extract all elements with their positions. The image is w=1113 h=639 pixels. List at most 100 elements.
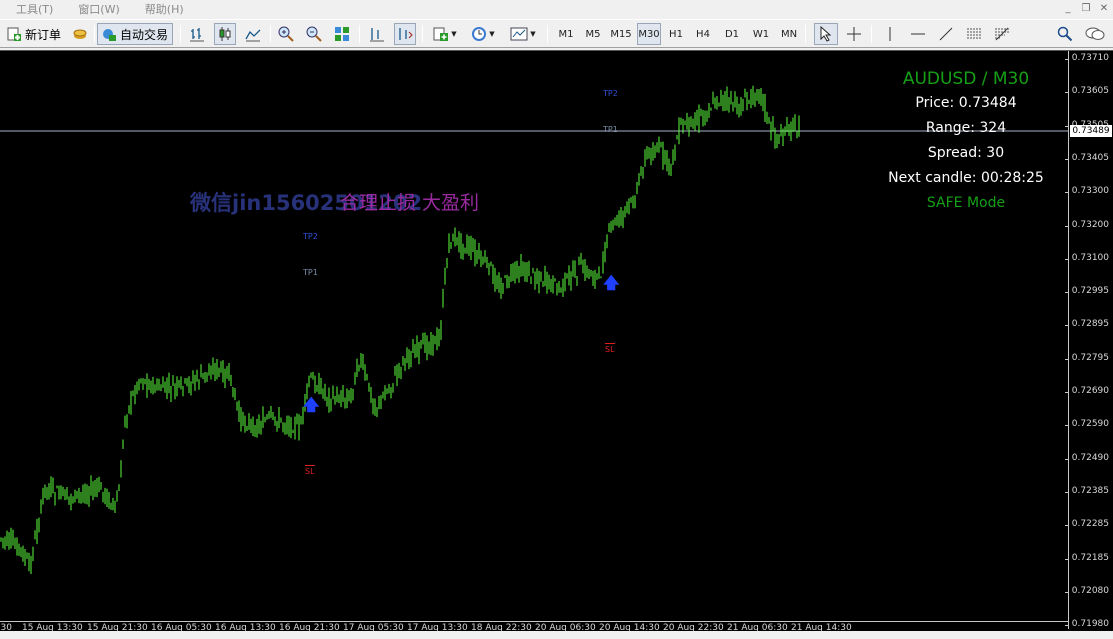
auto-scroll-button[interactable] <box>394 23 416 45</box>
price-tick-label: 0.72285 <box>1071 519 1109 530</box>
templates-button[interactable]: ▼ <box>506 23 540 45</box>
price-readout: Price: 0.73484 <box>915 95 1017 111</box>
price-tick-label: 0.72385 <box>1071 485 1109 496</box>
timeframe-m30-button[interactable]: M30 <box>637 23 661 45</box>
vertical-line-button[interactable] <box>878 23 902 45</box>
candlestick-button[interactable] <box>214 23 236 45</box>
timeframe-m15-button[interactable]: M15 <box>609 23 633 45</box>
spread-readout: Spread: 30 <box>927 145 1005 161</box>
timeframe-w1-button[interactable]: W1 <box>749 23 773 45</box>
price-axis[interactable]: 0.737100.736050.735050.734050.733000.732… <box>1065 51 1113 629</box>
menu-bar: 工具(T) 窗口(W) 帮助(H) _ ❐ ✕ <box>0 0 1113 18</box>
time-tick-label: 20 Aug 22:30 <box>663 623 724 631</box>
auto-trading-button[interactable]: 自动交易 <box>97 23 173 45</box>
price-tick <box>1065 392 1069 393</box>
indicators-button[interactable]: ▼ <box>429 23 461 45</box>
new-order-label: 新订单 <box>24 27 61 42</box>
toolbar-separator <box>94 25 95 43</box>
timeframe-d1-button[interactable]: D1 <box>721 23 743 45</box>
coins-icon <box>73 29 87 39</box>
time-tick-label: 16 Aug 05:30 <box>151 623 212 631</box>
chart-shift-button[interactable] <box>366 23 388 45</box>
price-tick <box>1065 425 1069 427</box>
dropdown-icon: ▼ <box>451 30 457 38</box>
menu-tools[interactable]: 工具(T) <box>7 1 62 17</box>
buy-arrow-icon: 🡅 <box>603 273 620 292</box>
crosshair-icon <box>847 27 861 41</box>
sl-marker: SL <box>305 465 315 476</box>
timeframe-h4-button[interactable]: H4 <box>692 23 714 45</box>
metaeditor-button[interactable] <box>70 23 90 45</box>
zoom-in-button[interactable] <box>275 23 297 45</box>
watermark-slogan: 合理止损 大盈利 <box>340 192 480 214</box>
time-tick-label: 18 Aug 22:30 <box>471 623 532 631</box>
auto-trading-label: 自动交易 <box>119 27 168 42</box>
time-tick-label: 20 Aug 14:30 <box>599 623 660 631</box>
indicators-icon <box>433 27 449 41</box>
price-tick <box>1065 92 1069 94</box>
cursor-button[interactable] <box>814 23 838 45</box>
horizontal-line-icon <box>911 33 925 35</box>
toolbar-separator <box>270 25 271 43</box>
crosshair-button[interactable] <box>842 23 866 45</box>
time-tick-label: 16 Aug 13:30 <box>215 623 276 631</box>
price-tick-label: 0.72795 <box>1071 352 1109 363</box>
time-tick-label: 15 Aug 21:30 <box>87 623 148 631</box>
price-tick-label: 0.72690 <box>1071 386 1109 396</box>
candlestick-icon <box>219 27 231 41</box>
new-order-button[interactable]: 新订单 <box>4 23 64 45</box>
timeframe-m5-button[interactable]: M5 <box>582 23 604 45</box>
toolbar-separator <box>547 25 548 43</box>
vertical-line-icon <box>889 27 891 41</box>
price-tick <box>1065 525 1069 527</box>
timeframe-h1-button[interactable]: H1 <box>665 23 687 45</box>
chart-shift-icon <box>370 28 384 42</box>
time-tick-label: 17 Aug 13:30 <box>407 623 468 631</box>
zoom-out-button[interactable] <box>303 23 325 45</box>
zoom-in-icon <box>278 26 294 42</box>
fibonacci-button[interactable] <box>990 23 1014 45</box>
horizontal-line-button[interactable] <box>906 23 930 45</box>
timeframe-mn-button[interactable]: MN <box>777 23 801 45</box>
tp2-marker: TP2 <box>303 232 318 241</box>
price-tick-label: 0.72995 <box>1071 286 1109 297</box>
price-tick-label: 0.72080 <box>1071 585 1109 596</box>
price-tick <box>1065 192 1069 194</box>
price-tick <box>1065 258 1069 260</box>
zoom-out-icon <box>306 26 322 42</box>
chat-button[interactable] <box>1082 23 1108 45</box>
price-tick <box>1065 158 1069 160</box>
bar-chart-button[interactable] <box>186 23 208 45</box>
price-tick-label: 0.72490 <box>1071 452 1109 463</box>
time-axis[interactable]: 13:30 15 Aug 13:30 15 Aug 21:3016 Aug 05:3… <box>0 621 1068 631</box>
menu-window[interactable]: 窗口(W) <box>69 1 128 17</box>
time-tick-label: 13:30 <box>0 623 12 631</box>
periods-button[interactable]: ▼ <box>467 23 499 45</box>
minimize-button[interactable]: _ <box>1059 0 1077 17</box>
price-chart[interactable]: 微信jin15602501202 合理止损 大盈利 TP2 TP1 🡅 SL T… <box>0 50 1113 631</box>
price-tick <box>1065 292 1069 294</box>
toolbar-separator <box>871 25 872 43</box>
close-button[interactable]: ✕ <box>1095 0 1113 17</box>
auto-scroll-icon <box>399 28 413 40</box>
channel-icon <box>967 28 981 39</box>
templates-icon <box>510 27 528 41</box>
search-button[interactable] <box>1054 23 1076 45</box>
range-readout: Range: 324 <box>925 120 1007 136</box>
line-chart-button[interactable] <box>242 23 264 45</box>
time-tick-label: 21 Aug 06:30 <box>727 623 788 631</box>
price-tick-label: 0.73100 <box>1071 252 1109 263</box>
trendline-icon <box>939 27 953 41</box>
fibonacci-icon <box>995 27 1009 41</box>
toolbar-separator <box>422 25 423 43</box>
tile-windows-icon <box>335 27 349 41</box>
restore-button[interactable]: ❐ <box>1077 0 1095 17</box>
channel-button[interactable] <box>962 23 986 45</box>
trendline-button[interactable] <box>934 23 958 45</box>
cursor-icon <box>820 26 832 42</box>
sl-marker: SL <box>605 343 615 354</box>
timeframe-m1-button[interactable]: M1 <box>555 23 577 45</box>
menu-help[interactable]: 帮助(H) <box>136 1 193 17</box>
tile-windows-button[interactable] <box>331 23 353 45</box>
price-tick <box>1065 591 1069 593</box>
